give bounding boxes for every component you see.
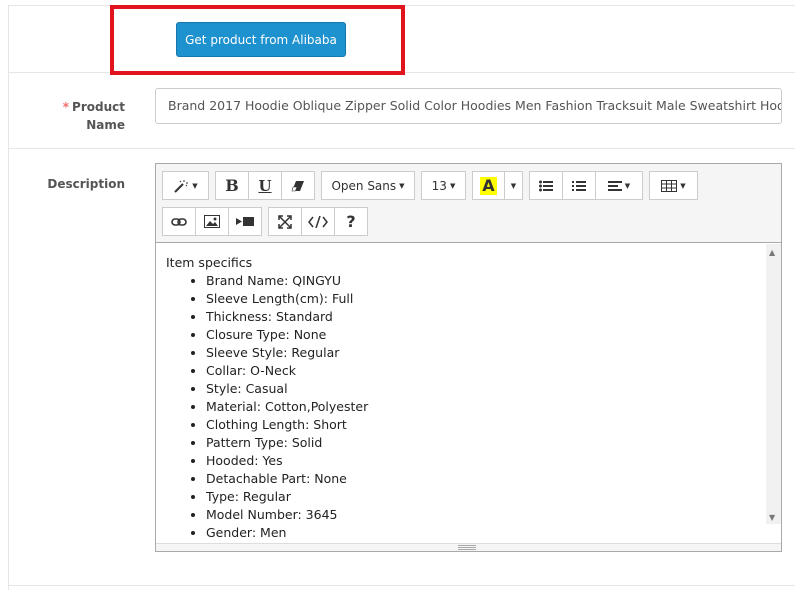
bold-button[interactable]: B [215, 171, 249, 200]
font-family-dropdown[interactable]: Open Sans ▼ [321, 171, 415, 200]
chevron-down-icon: ▼ [680, 181, 686, 190]
get-product-from-alibaba-button[interactable]: Get product from Alibaba [176, 22, 346, 57]
list-item: Closure Type: None [206, 326, 756, 344]
left-divider [8, 5, 9, 590]
list-item: Pattern Type: Solid [206, 434, 756, 452]
editor-content[interactable]: Item specifics Brand Name: QINGYUSleeve … [156, 244, 766, 544]
list-item: Thickness: Standard [206, 308, 756, 326]
chevron-down-icon: ▼ [624, 181, 631, 190]
list-item: Model Number: 3645 [206, 506, 756, 524]
editor-scrollbar[interactable]: ▲ ▼ [766, 244, 781, 524]
product-name-input[interactable]: Brand 2017 Hoodie Oblique Zipper Solid C… [155, 88, 782, 124]
scroll-down-icon[interactable]: ▼ [769, 513, 775, 522]
list-item: Gender: Men [206, 524, 756, 542]
list-item: Material: Cotton,Polyester [206, 398, 756, 416]
insert-image-button[interactable] [195, 207, 229, 236]
image-icon [204, 215, 220, 228]
insert-link-button[interactable] [162, 207, 196, 236]
row-divider [8, 585, 795, 586]
align-left-icon [607, 180, 622, 192]
paragraph-align-dropdown[interactable]: ▼ [595, 171, 643, 200]
product-name-label: * Product Name [62, 100, 125, 132]
list-item: Clothing Length: Short [206, 416, 756, 434]
font-color-icon: A [480, 175, 497, 195]
magic-style-button[interactable]: ▼ [162, 171, 209, 200]
font-family-value: Open Sans [331, 178, 397, 193]
insert-table-dropdown[interactable]: ▼ [649, 171, 698, 200]
table-icon [661, 179, 678, 192]
chevron-down-icon: ▼ [510, 181, 517, 190]
video-icon [236, 216, 254, 227]
description-label: Description [47, 177, 125, 191]
bullet-list-icon [539, 180, 553, 192]
unordered-list-button[interactable] [529, 171, 563, 200]
list-item: Sleeve Length(cm): Full [206, 290, 756, 308]
chevron-down-icon: ▼ [449, 181, 456, 190]
code-icon [308, 215, 328, 228]
list-item: Detachable Part: None [206, 470, 756, 488]
clear-format-button[interactable] [281, 171, 315, 200]
scroll-up-icon[interactable]: ▲ [769, 248, 775, 257]
expand-icon [278, 214, 292, 229]
font-size-dropdown[interactable]: 13 ▼ [421, 171, 466, 200]
description-editor[interactable]: ▼ B U Open Sans ▼ 13 ▼ A ▼ ▼ ▼ ? Item sp… [155, 163, 782, 552]
font-color-dropdown[interactable]: ▼ [504, 171, 523, 200]
magic-wand-icon [173, 179, 189, 193]
font-size-value: 13 [431, 178, 447, 193]
list-item: Style: Casual [206, 380, 756, 398]
underline-button[interactable]: U [248, 171, 282, 200]
chevron-down-icon: ▼ [192, 181, 198, 190]
editor-resize-handle[interactable] [156, 543, 781, 551]
code-view-button[interactable] [301, 207, 335, 236]
grip-icon [458, 545, 476, 550]
list-item: Collar: O-Neck [206, 362, 756, 380]
fullscreen-button[interactable] [268, 207, 302, 236]
insert-video-button[interactable] [228, 207, 262, 236]
required-mark: * [62, 100, 70, 114]
help-button[interactable]: ? [334, 207, 368, 236]
eraser-icon [291, 180, 305, 192]
list-item: Hooded: Yes [206, 452, 756, 470]
list-item: Brand Name: QINGYU [206, 272, 756, 290]
chevron-down-icon: ▼ [399, 181, 405, 190]
link-icon [171, 217, 187, 227]
editor-toolbar: ▼ B U Open Sans ▼ 13 ▼ A ▼ ▼ ▼ ? [156, 164, 781, 243]
row-divider [8, 148, 795, 149]
font-color-button[interactable]: A [472, 171, 505, 200]
list-item: Sleeve Style: Regular [206, 344, 756, 362]
ordered-list-button[interactable] [562, 171, 596, 200]
item-specifics-list: Brand Name: QINGYUSleeve Length(cm): Ful… [206, 272, 756, 542]
editor-heading: Item specifics [166, 255, 253, 270]
numbered-list-icon [572, 180, 586, 192]
list-item: Type: Regular [206, 488, 756, 506]
